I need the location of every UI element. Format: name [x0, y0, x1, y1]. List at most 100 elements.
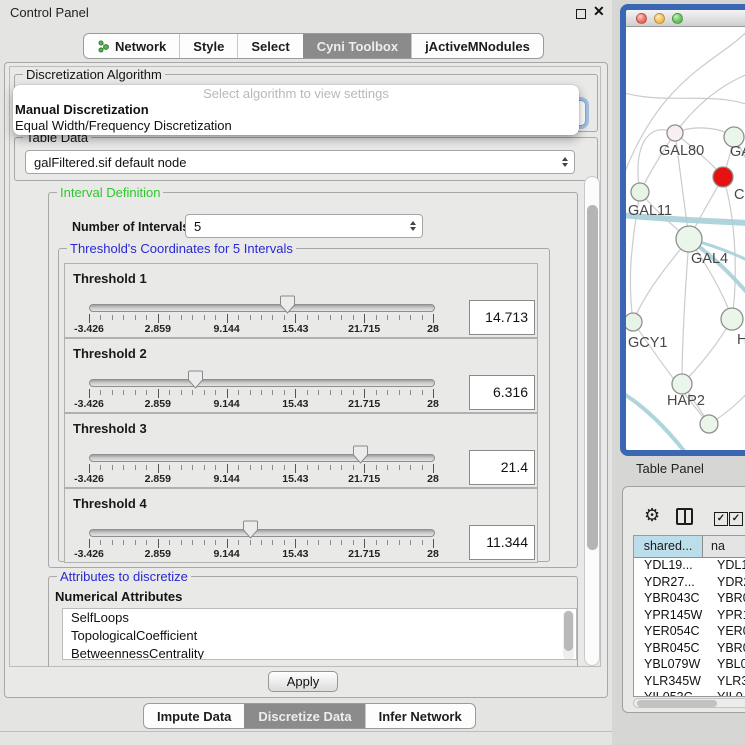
table-cell[interactable]: YLR3 [709, 674, 745, 691]
network-node[interactable] [713, 167, 733, 187]
table-cell[interactable]: YDL19... [634, 558, 709, 575]
table-cell[interactable]: YER0 [709, 624, 745, 641]
network-edge[interactable] [640, 133, 675, 192]
table-cell[interactable]: YBL0 [709, 657, 745, 674]
network-edge[interactable] [675, 67, 745, 133]
network-canvas[interactable]: GAL80GACGAL11GAL4GCY1HHAP2 [626, 27, 745, 450]
threshold-slider-thumb[interactable] [243, 520, 258, 539]
zoom-button[interactable] [672, 13, 683, 24]
threshold-slider-track[interactable] [89, 379, 435, 387]
table-row[interactable]: YER054CYER0 [634, 624, 745, 641]
table-row[interactable]: YBR043CYBR0 [634, 591, 745, 608]
slider-tick [433, 314, 434, 323]
threshold-slider-thumb[interactable] [280, 295, 295, 314]
attribute-item-betweennesscentrality[interactable]: BetweennessCentrality [63, 645, 576, 660]
table-row[interactable]: YBL079WYBL0 [634, 657, 745, 674]
network-edge[interactable] [682, 319, 732, 384]
slider-tick [181, 390, 182, 395]
table-row[interactable]: YPR145WYPR1 [634, 608, 745, 625]
threshold-value-field[interactable]: 14.713 [469, 300, 535, 335]
checkbox-checked-icon[interactable]: ✓ [714, 512, 728, 526]
slider-tick [227, 539, 228, 548]
tab-select[interactable]: Select [237, 34, 302, 58]
columns-icon[interactable] [676, 508, 693, 525]
network-node[interactable] [631, 183, 649, 201]
panel-scrollbar-thumb[interactable] [587, 205, 598, 550]
network-node[interactable] [667, 125, 683, 141]
network-node[interactable] [626, 313, 642, 331]
network-edge[interactable] [682, 239, 689, 384]
threshold-slider-track[interactable] [89, 454, 435, 462]
table-data-combobox[interactable]: galFiltered.sif default node [25, 150, 575, 174]
slider-tick [387, 390, 388, 395]
threshold-slider-thumb[interactable] [353, 445, 368, 464]
slider-tick [192, 540, 193, 545]
bottom-tab-discretize-data[interactable]: Discretize Data [244, 704, 364, 728]
algorithm-option-equal-width-frequency-discretization[interactable]: Equal Width/Frequency Discretization [13, 118, 579, 134]
number-of-intervals-combobox[interactable]: 5 [185, 214, 423, 238]
table-cell[interactable]: YER054C [634, 624, 709, 641]
list-scrollbar-thumb[interactable] [564, 611, 573, 651]
table-row[interactable]: YDL19...YDL1 [634, 558, 745, 575]
tab-label: Impute Data [157, 709, 231, 724]
table-cell[interactable]: YDR27... [634, 575, 709, 592]
threshold-value-field[interactable]: 21.4 [469, 450, 535, 485]
threshold-value-field[interactable]: 6.316 [469, 375, 535, 410]
threshold-value-field[interactable]: 11.344 [469, 525, 535, 560]
close-panel-icon[interactable]: ✕ [593, 3, 605, 20]
table-cell[interactable]: YDR2 [709, 575, 745, 592]
slider-tick [422, 315, 423, 320]
apply-button[interactable]: Apply [268, 671, 338, 692]
table-cell[interactable]: YPR145W [634, 608, 709, 625]
attribute-item-topologicalcoefficient[interactable]: TopologicalCoefficient [63, 627, 576, 645]
network-node[interactable] [721, 308, 743, 330]
minimize-button[interactable] [654, 13, 665, 24]
network-view-window[interactable]: GAL80GACGAL11GAL4GCY1HHAP2 [620, 4, 745, 456]
threshold-slider-track[interactable] [89, 304, 435, 312]
tab-style[interactable]: Style [179, 34, 237, 58]
network-edge[interactable] [626, 92, 745, 112]
tab-cyni-toolbox[interactable]: Cyni Toolbox [303, 34, 411, 58]
table-cell[interactable]: YBR0 [709, 591, 745, 608]
slider-tick [261, 465, 262, 470]
table-cell[interactable]: YIL053C [634, 690, 709, 697]
table-cell[interactable]: YBR045C [634, 641, 709, 658]
table-cell[interactable]: YBL079W [634, 657, 709, 674]
network-node[interactable] [676, 226, 702, 252]
algorithm-option-manual-discretization[interactable]: Manual Discretization [13, 102, 579, 118]
threshold-panel-4: Threshold 4-3.4262.8599.14415.4321.71528… [64, 488, 538, 563]
threshold-slider-track[interactable] [89, 529, 435, 537]
table-row[interactable]: YDR27...YDR2 [634, 575, 745, 592]
table-cell[interactable]: YDL1 [709, 558, 745, 575]
column-header-na[interactable]: na [703, 536, 745, 557]
network-node[interactable] [700, 415, 718, 433]
slider-tick [250, 465, 251, 470]
table-row[interactable]: YLR345WYLR3 [634, 674, 745, 691]
network-node[interactable] [672, 374, 692, 394]
table-cell[interactable]: YBR043C [634, 591, 709, 608]
slider-tick [215, 390, 216, 395]
checkbox-checked-icon[interactable]: ✓ [729, 512, 743, 526]
tab-network[interactable]: Network [84, 34, 179, 58]
table-row[interactable]: YIL053CYIL0 [634, 690, 745, 697]
numerical-attributes-list[interactable]: SelfLoopsTopologicalCoefficientBetweenne… [62, 608, 577, 660]
table-row[interactable]: YBR045CYBR0 [634, 641, 745, 658]
table-cell[interactable]: YPR1 [709, 608, 745, 625]
close-button[interactable] [636, 13, 647, 24]
table-cell[interactable]: YLR345W [634, 674, 709, 691]
gear-icon[interactable]: ⚙ [644, 504, 660, 526]
bottom-tab-impute-data[interactable]: Impute Data [144, 704, 244, 728]
table-horizontal-scrollbar-thumb[interactable] [637, 700, 717, 707]
table-cell[interactable]: YIL0 [709, 690, 743, 697]
attribute-item-selfloops[interactable]: SelfLoops [63, 609, 576, 627]
slider-tick [364, 539, 365, 548]
column-header-shared[interactable]: shared... [634, 536, 703, 557]
tab-jactivemnodules[interactable]: jActiveMNodules [411, 34, 543, 58]
threshold-slider-thumb[interactable] [188, 370, 203, 389]
slider-tick [272, 390, 273, 395]
network-edge[interactable] [633, 239, 689, 322]
float-panel-icon[interactable] [576, 9, 586, 19]
slider-tick [100, 465, 101, 470]
bottom-tab-infer-network[interactable]: Infer Network [365, 704, 475, 728]
table-cell[interactable]: YBR0 [709, 641, 745, 658]
